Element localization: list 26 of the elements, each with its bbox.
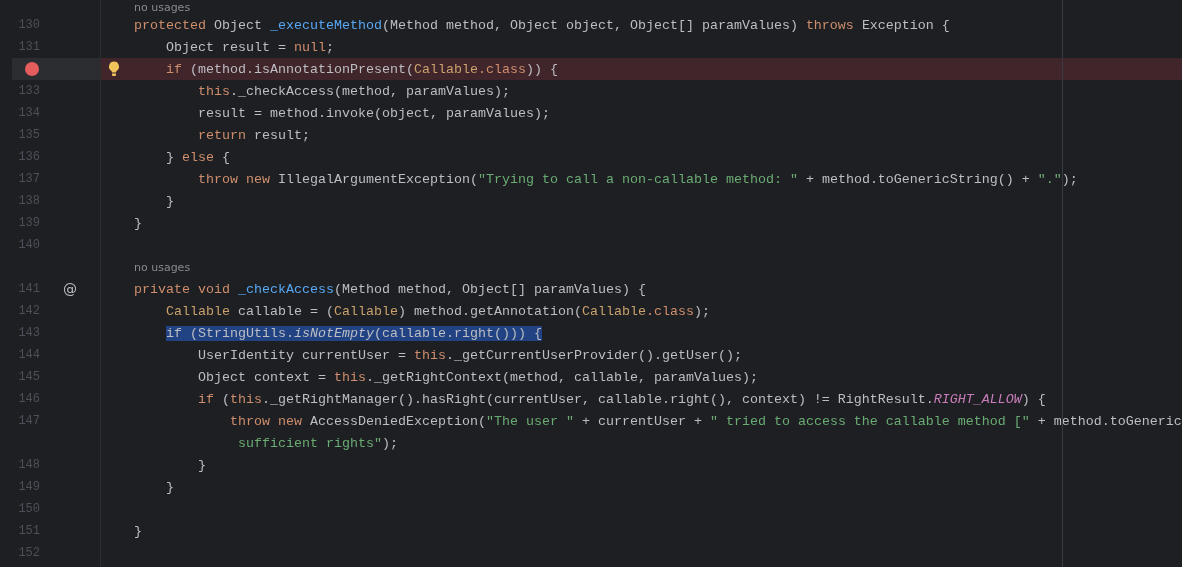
usage-hint[interactable]: no usages (134, 0, 191, 14)
code-line: Object result = null; (165, 39, 334, 55)
code-line: if (method.isAnnotationPresent(Callable.class)) { (165, 61, 558, 77)
code-line: } (134, 523, 142, 539)
code-line: throw new IllegalArgumentException("Trying to call a non-callable method: " + method.toGenericString() + "."); (197, 171, 1078, 187)
code-line: Object context = this._getRightContext(method, callable, paramValues); (197, 369, 758, 385)
lightbulb-icon[interactable] (108, 61, 120, 77)
code-line: this._checkAccess(method, paramValues); (197, 83, 510, 99)
code-line: return result; (197, 127, 310, 143)
code-line: Callable callable = (Callable) method.getAnnotation(Callable.class); (165, 303, 710, 319)
code-line: } (134, 215, 142, 231)
code-line: } (197, 457, 206, 473)
override-marker[interactable]: @ (63, 281, 77, 297)
code-line: result = method.invoke(object, paramValues); (197, 105, 550, 121)
code-line: throw new AccessDeniedException("The user " + currentUser + " tried to access the callable method [" + method.toGeneric (229, 413, 1182, 429)
code-line: if (StringUtils.isNotEmpty(callable.right())) { (165, 325, 542, 341)
code-line: } (165, 193, 174, 209)
code-line: private void _checkAccess(Method method, Object[] paramValues) { (134, 281, 646, 297)
code-line: } (165, 479, 174, 495)
breakpoint-icon[interactable] (25, 62, 39, 76)
code-line: protected Object _executeMethod(Method method, Object object, Object[] paramValues) throws Exception { (134, 17, 950, 33)
code-line: UserIdentity currentUser = this._getCurrentUserProvider().getUser(); (197, 347, 742, 363)
code-line: } else { (165, 149, 230, 165)
code-line: sufficient rights"); (237, 435, 398, 451)
usage-hint[interactable]: no usages (134, 260, 191, 274)
code-line: if (this._getRightManager().hasRight(currentUser, callable.right(), context) != RightResult.RIGHT_ALLOW) { (197, 391, 1046, 407)
